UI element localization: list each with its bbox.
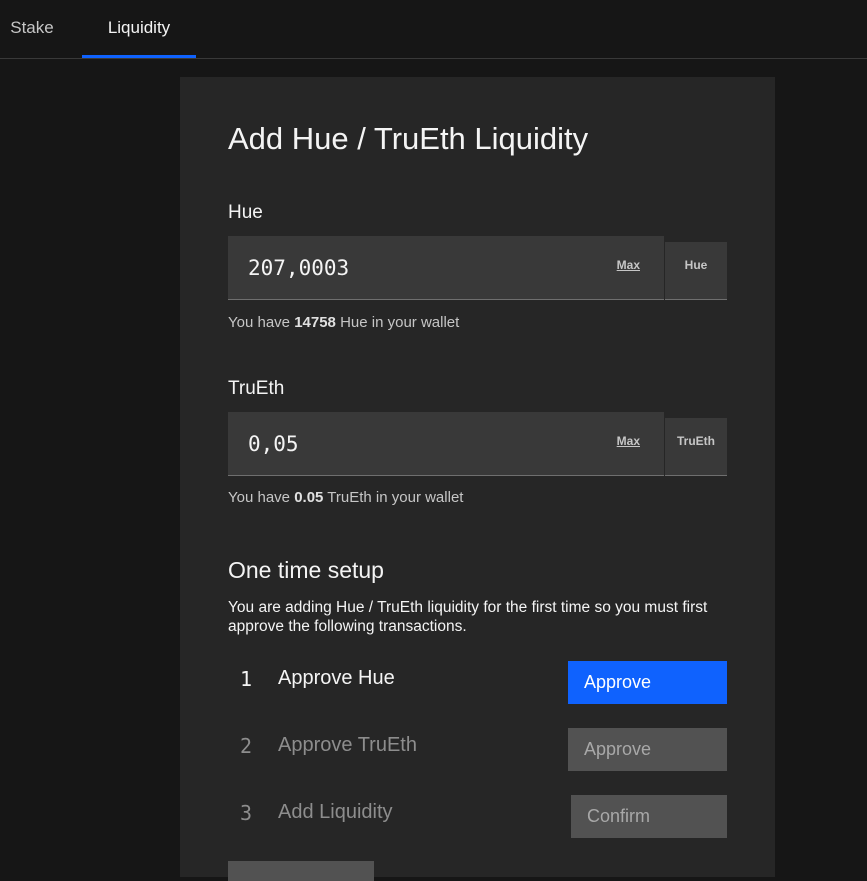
trueth-input-row: Max TruEth bbox=[228, 412, 727, 476]
trueth-input-box: Max bbox=[228, 412, 664, 476]
hue-field-label: Hue bbox=[228, 202, 263, 223]
trueth-balance-amount: 0.05 bbox=[294, 489, 324, 506]
panel-title: Add Hue / TruEth Liquidity bbox=[228, 121, 589, 156]
step-add-liquidity: 3 Add Liquidity Confirm bbox=[228, 795, 727, 839]
setup-description: You are adding Hue / TruEth liquidity fo… bbox=[228, 599, 708, 635]
trueth-unit-label: TruEth bbox=[665, 418, 727, 476]
approve-trueth-button[interactable]: Approve bbox=[568, 728, 727, 771]
hue-unit-label: Hue bbox=[665, 242, 727, 300]
setup-title: One time setup bbox=[228, 557, 384, 583]
step-label: Approve Hue bbox=[278, 667, 395, 689]
step-approve-trueth: 2 Approve TruEth Approve bbox=[228, 728, 727, 772]
trueth-field-label: TruEth bbox=[228, 378, 285, 399]
step-label: Approve TruEth bbox=[278, 734, 417, 756]
confirm-button[interactable]: Confirm bbox=[571, 795, 727, 838]
step-approve-hue: 1 Approve Hue Approve bbox=[228, 661, 727, 705]
step-number: 3 bbox=[240, 801, 253, 825]
tab-stake[interactable]: Stake bbox=[0, 0, 64, 58]
approve-hue-button[interactable]: Approve bbox=[568, 661, 727, 704]
hue-balance-amount: 14758 bbox=[294, 314, 336, 331]
trueth-wallet-balance: You have 0.05 TruEth in your wallet bbox=[228, 489, 464, 506]
tab-bar: Stake Liquidity bbox=[0, 0, 867, 59]
hue-input-box: Max bbox=[228, 236, 664, 300]
submit-button[interactable] bbox=[228, 861, 374, 881]
trueth-amount-input[interactable] bbox=[228, 412, 598, 475]
step-label: Add Liquidity bbox=[278, 801, 393, 823]
hue-wallet-balance: You have 14758 Hue in your wallet bbox=[228, 314, 460, 331]
add-liquidity-panel: Add Hue / TruEth Liquidity Hue Max Hue Y… bbox=[180, 77, 775, 881]
step-number: 1 bbox=[240, 667, 253, 691]
hue-max-link[interactable]: Max bbox=[617, 258, 640, 272]
tab-liquidity[interactable]: Liquidity bbox=[82, 0, 196, 58]
hue-input-row: Max Hue bbox=[228, 236, 727, 300]
step-number: 2 bbox=[240, 734, 253, 758]
hue-amount-input[interactable] bbox=[228, 236, 598, 299]
trueth-max-link[interactable]: Max bbox=[617, 434, 640, 448]
